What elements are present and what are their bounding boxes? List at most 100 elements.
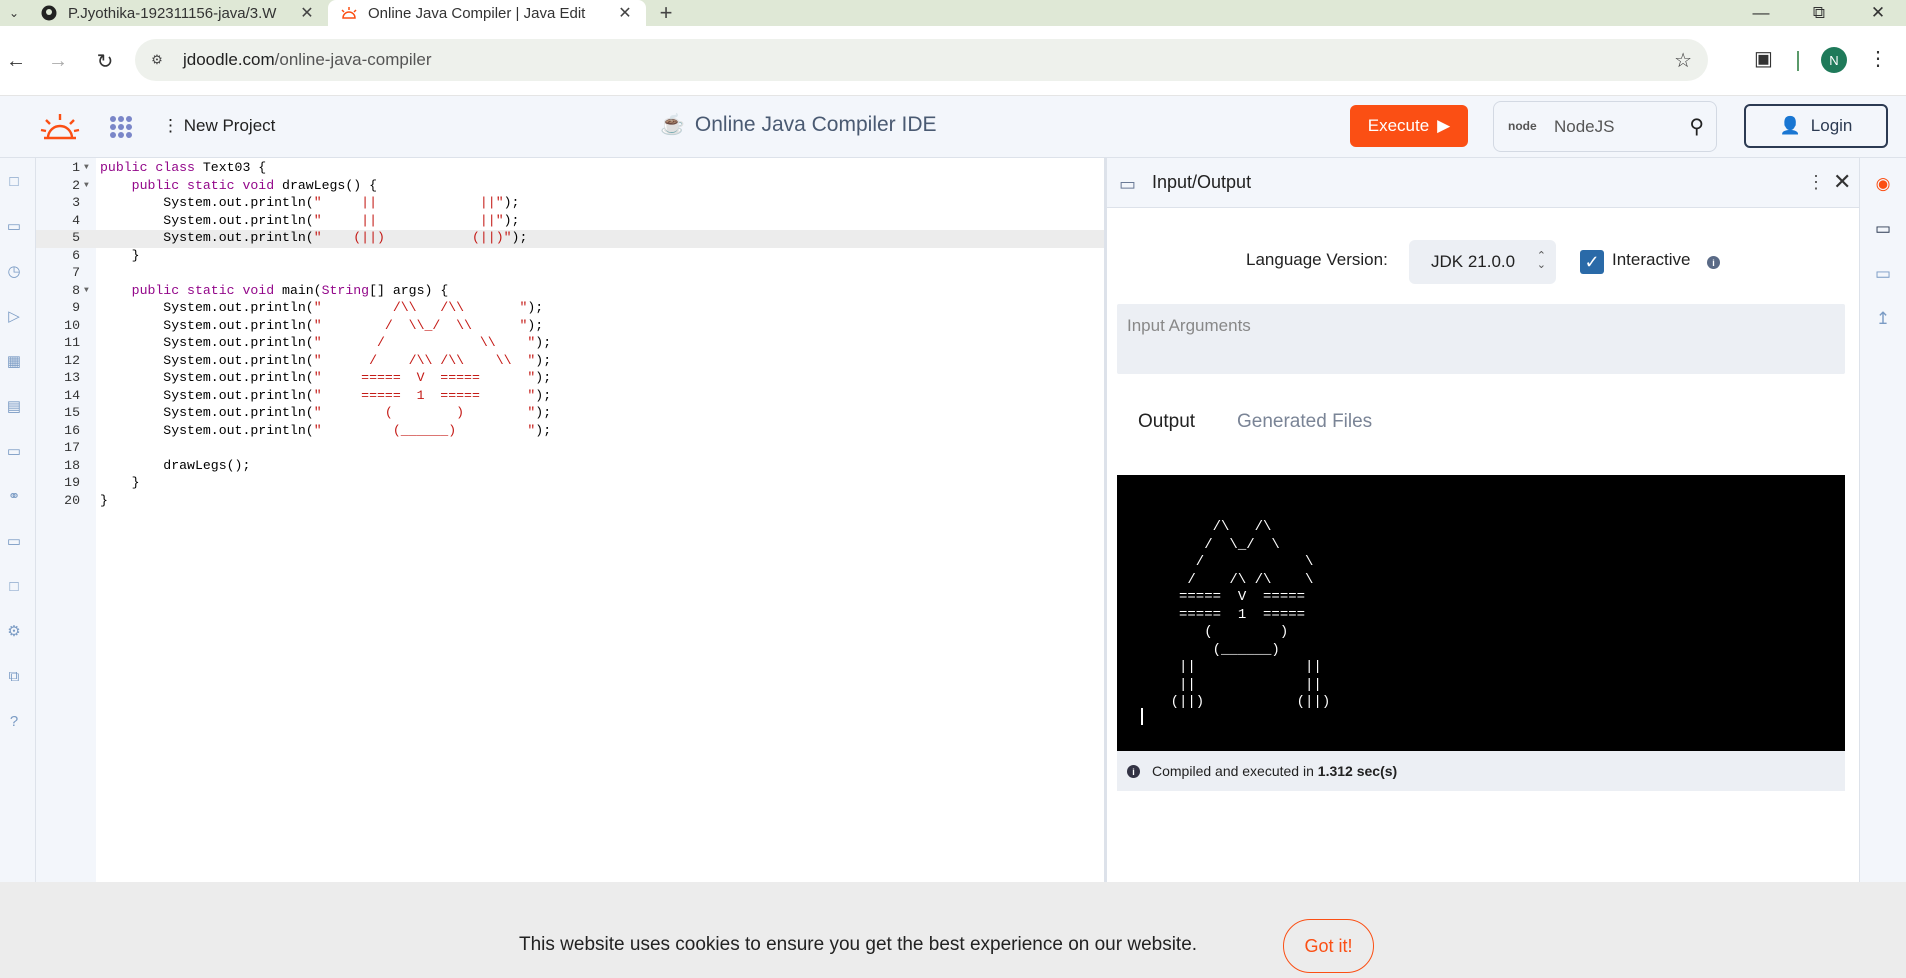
fold-arrow-icon[interactable]: ▼ — [84, 286, 89, 295]
browser-tab-title: Online Java Compiler | Java Edit — [368, 4, 586, 22]
close-tab-icon[interactable]: ✕ — [616, 3, 634, 23]
fold-arrow-icon[interactable]: ▼ — [84, 181, 89, 190]
settings-icon[interactable]: ⚙ — [3, 620, 25, 642]
code-text: System.out.println(" / \\ "); — [100, 335, 552, 350]
tab-search-chevron-icon[interactable]: ⌄ — [0, 0, 28, 26]
back-icon[interactable]: ← — [2, 47, 30, 75]
code-line[interactable]: 1 ▼ public class Text03 { — [36, 160, 1104, 178]
bookmark-star-icon[interactable]: ☆ — [1674, 48, 1692, 73]
code-line[interactable]: 4 System.out.println(" || ||"); — [36, 213, 1104, 231]
line-number: 8 — [72, 282, 80, 298]
play-icon: ▶ — [1437, 116, 1451, 135]
code-line[interactable]: 2 ▼ public static void drawLegs() { — [36, 178, 1104, 196]
copy-icon[interactable]: ⧉ — [3, 665, 25, 687]
code-line[interactable]: 18 drawLegs(); — [36, 458, 1104, 476]
site-info-icon[interactable]: ⚙ — [147, 50, 167, 70]
language-search-label: NodeJS — [1554, 117, 1615, 136]
folder-icon[interactable]: ▭ — [3, 215, 25, 237]
upload-icon[interactable]: ↥ — [1871, 307, 1895, 331]
line-number: 16 — [64, 422, 80, 438]
new-project-button[interactable]: ⋮ New Project — [162, 116, 275, 136]
code-line[interactable]: 14 System.out.println(" ===== 1 ===== ")… — [36, 388, 1104, 406]
apps-grid-icon[interactable] — [110, 116, 132, 138]
browser-tab-jdoodle[interactable]: Online Java Compiler | Java Edit ✕ — [328, 0, 646, 26]
code-line[interactable]: 20} — [36, 493, 1104, 511]
browser-menu-icon[interactable]: ⋮ — [1868, 46, 1888, 71]
share-icon[interactable]: ⚭ — [3, 485, 25, 507]
extensions-icon[interactable]: ▣ — [1754, 46, 1773, 71]
io-panel-title: Input/Output — [1152, 172, 1252, 192]
code-line[interactable]: 11 System.out.println(" / \\ "); — [36, 335, 1104, 353]
folder-download-icon[interactable]: ▭ — [1871, 262, 1895, 286]
minimize-icon[interactable]: — — [1733, 0, 1789, 26]
code-line[interactable]: 10 System.out.println(" / \\_/ \\ "); — [36, 318, 1104, 336]
interactive-checkbox[interactable]: ✓ — [1580, 250, 1604, 274]
save-icon[interactable]: ▦ — [3, 350, 25, 372]
code-line[interactable]: 19 } — [36, 475, 1104, 493]
upload-folder-icon[interactable]: ▭ — [3, 530, 25, 552]
window-close-icon[interactable]: ✕ — [1850, 0, 1906, 26]
save-as-icon[interactable]: ▤ — [3, 395, 25, 417]
code-line[interactable]: 12 System.out.println(" / /\\ /\\ \\ "); — [36, 353, 1104, 371]
code-line[interactable]: 3 System.out.println(" || ||"); — [36, 195, 1104, 213]
download-file-icon[interactable]: □ — [3, 575, 25, 597]
code-line[interactable]: 15 System.out.println(" ( ) "); — [36, 405, 1104, 423]
code-editor[interactable]: 1 ▼ public class Text03 {2 ▼ public static … — [36, 158, 1104, 882]
avatar[interactable]: N — [1821, 47, 1847, 73]
help-icon[interactable]: ? — [3, 710, 25, 732]
address-bar-area: ← → ↻ ⚙ jdoodle.com/online-java-compiler… — [0, 26, 1906, 96]
line-number: 15 — [64, 405, 80, 420]
code-line[interactable]: 8 ▼ public static void main(String[] args… — [36, 283, 1104, 301]
language-search[interactable]: node NodeJS ⚲ — [1493, 101, 1717, 152]
forward-icon[interactable]: → — [44, 47, 72, 75]
open-folder-icon[interactable]: ▭ — [3, 440, 25, 462]
code-text: } — [100, 492, 108, 508]
code-text: System.out.println(" /\\ /\\ "); — [100, 300, 544, 315]
new-file-icon[interactable]: □ — [3, 170, 25, 192]
new-tab-icon[interactable]: + — [646, 0, 686, 26]
code-line[interactable]: 16 System.out.println(" (______) "); — [36, 423, 1104, 441]
input-arguments-placeholder: Input Arguments — [1127, 316, 1251, 335]
search-icon[interactable]: ⚲ — [1689, 114, 1704, 139]
execute-button[interactable]: Execute ▶ — [1350, 105, 1468, 147]
io-monitor-icon[interactable]: ▭ — [1871, 217, 1895, 241]
tab-generated-files[interactable]: Generated Files — [1237, 411, 1372, 433]
code-line[interactable]: 13 System.out.println(" ===== V ===== ")… — [36, 370, 1104, 388]
login-button[interactable]: 👤 Login — [1744, 104, 1888, 148]
line-number: 10 — [64, 317, 80, 333]
history-icon[interactable]: ◷ — [3, 260, 25, 282]
jdoodle-logo-icon[interactable] — [40, 110, 80, 144]
nodejs-icon: node — [1508, 119, 1537, 133]
tab-output[interactable]: Output — [1138, 411, 1195, 433]
code-line[interactable]: 5 System.out.println(" (||) (||)"); — [36, 230, 1104, 248]
language-version-label: Language Version: — [1246, 250, 1388, 269]
cookie-message: This website uses cookies to ensure you … — [519, 934, 1198, 955]
language-version-select[interactable]: JDK 21.0.0 ⌃ ⌄ — [1409, 240, 1556, 284]
input-arguments-field[interactable]: Input Arguments — [1117, 304, 1845, 374]
code-text: public static void main(String[] args) { — [131, 282, 449, 298]
output-console[interactable]: /\ /\ / \_/ \ / \ / /\ /\ \ ===== V ====… — [1117, 475, 1845, 751]
left-toolbar: □ ▭ ◷ ▷ ▦ ▤ ▭ ⚭ ▭ □ ⚙ ⧉ ? — [0, 158, 36, 882]
info-icon[interactable]: i — [1707, 256, 1720, 269]
accept-cookies-button[interactable]: Got it! — [1283, 919, 1374, 973]
line-number: 13 — [64, 370, 80, 385]
restore-icon[interactable]: ⧉ — [1791, 0, 1847, 26]
reload-icon[interactable]: ↻ — [91, 47, 119, 75]
ai-assistant-icon[interactable]: ◉ — [1871, 172, 1895, 196]
video-icon[interactable]: ▷ — [3, 305, 25, 327]
panel-menu-icon[interactable]: ⋮ — [1807, 172, 1825, 193]
info-icon: i — [1127, 765, 1140, 778]
close-panel-icon[interactable]: ✕ — [1833, 169, 1851, 195]
close-tab-icon[interactable]: ✕ — [298, 3, 316, 23]
line-number: 18 — [64, 457, 80, 473]
code-line[interactable]: 7 — [36, 265, 1104, 283]
code-text: drawLegs(); — [100, 457, 251, 473]
fold-arrow-icon[interactable]: ▼ — [84, 163, 89, 172]
code-line[interactable]: 6 } — [36, 248, 1104, 266]
code-line[interactable]: 9 System.out.println(" /\\ /\\ "); — [36, 300, 1104, 318]
browser-tab-github[interactable]: P.Jyothika-192311156-java/3.W ✕ — [28, 0, 328, 26]
url-field[interactable]: ⚙ jdoodle.com/online-java-compiler ☆ — [135, 39, 1708, 81]
execution-status-text: Compiled and executed in 1.312 sec(s) — [1152, 763, 1398, 779]
code-line[interactable]: 17 — [36, 440, 1104, 458]
line-number: 6 — [72, 247, 80, 263]
